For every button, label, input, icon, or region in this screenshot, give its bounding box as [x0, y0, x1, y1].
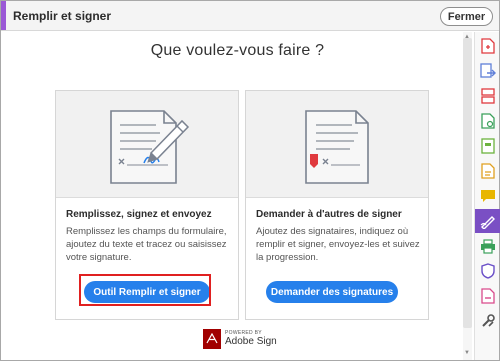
adobe-sign-brand: Adobe Sign	[225, 336, 277, 347]
window-title: Remplir et signer	[13, 9, 112, 23]
scrollbar-thumb[interactable]	[463, 38, 472, 328]
card-description: Ajoutez des signataires, indiquez où rem…	[256, 226, 420, 263]
card-heading: Demander à d'autres de signer	[256, 209, 402, 220]
right-tools-pane	[474, 32, 500, 360]
title-bar: Remplir et signer Fermer	[1, 1, 499, 31]
fill-and-sign-illustration	[56, 91, 238, 198]
export-pdf-icon[interactable]	[475, 59, 500, 83]
edit-pdf-icon[interactable]	[475, 109, 500, 133]
prepare-form-icon[interactable]	[475, 134, 500, 158]
title-accent	[1, 1, 6, 30]
card-description: Remplissez les champs du formulaire, ajo…	[66, 226, 227, 263]
scroll-down-arrow-icon[interactable]: ▼	[464, 350, 470, 356]
more-tools-icon[interactable]	[475, 309, 500, 333]
fill-and-sign-icon[interactable]	[475, 209, 500, 233]
page-title: Que voulez-vous faire ?	[150, 42, 325, 59]
acrobat-pdf-icon[interactable]	[475, 284, 500, 308]
request-signatures-card: Demander à d'autres de signer Ajoutez de…	[245, 90, 429, 320]
adobe-sign-logo-icon	[203, 329, 221, 349]
organize-pages-icon[interactable]	[475, 84, 500, 108]
create-pdf-icon[interactable]	[475, 34, 500, 58]
protect-icon[interactable]	[475, 259, 500, 283]
scroll-up-arrow-icon[interactable]: ▲	[464, 34, 470, 40]
export-file-icon[interactable]	[475, 159, 500, 183]
close-button[interactable]: Fermer	[440, 7, 493, 26]
print-icon[interactable]	[475, 234, 500, 258]
card-heading: Remplissez, signez et envoyez	[66, 209, 212, 220]
comment-icon[interactable]	[475, 184, 500, 208]
highlight-annotation-box	[79, 274, 211, 306]
request-signatures-button[interactable]: Demander des signatures	[266, 281, 398, 303]
request-signatures-illustration	[246, 91, 428, 198]
